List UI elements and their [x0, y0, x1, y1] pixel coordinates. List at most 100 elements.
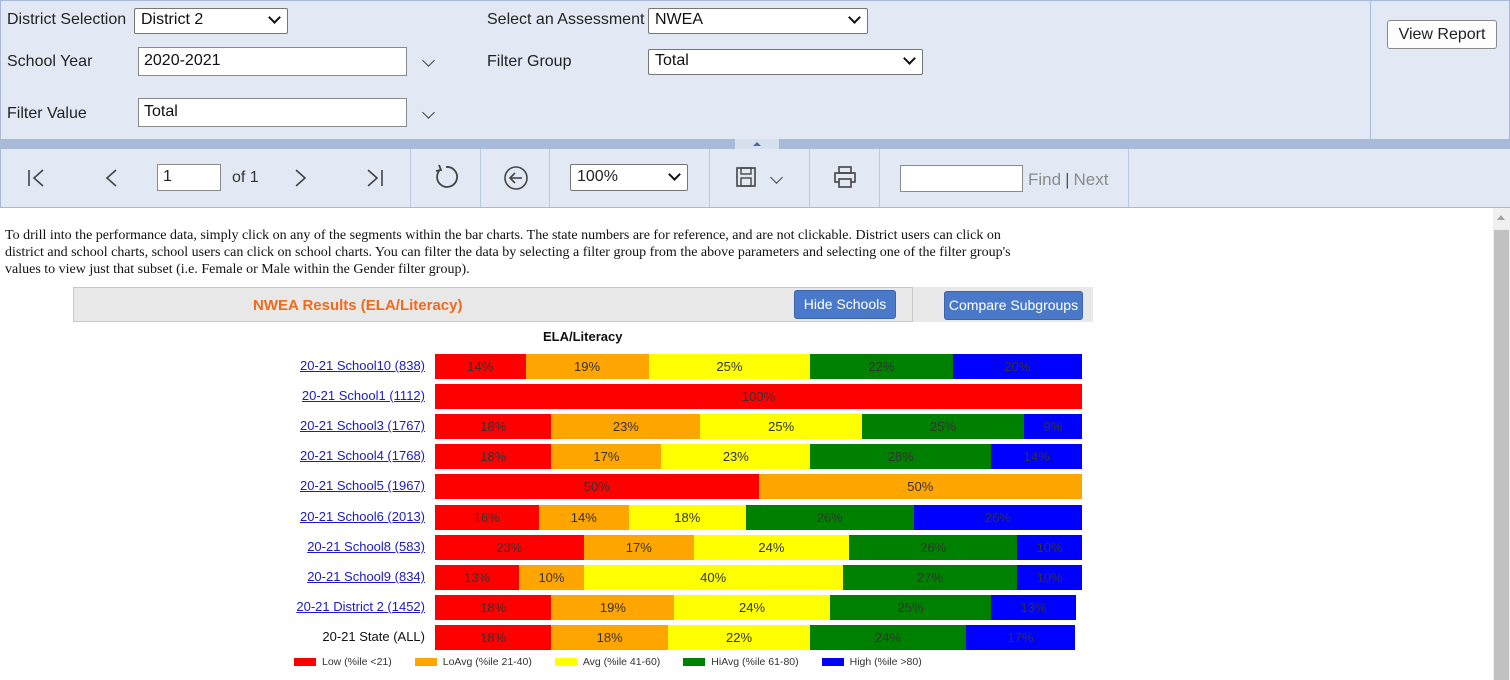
bar-segment[interactable]: 26%	[849, 535, 1018, 560]
bar-segment[interactable]: 24%	[674, 595, 830, 620]
legend-swatch	[683, 658, 706, 666]
chevron-down-icon	[668, 168, 681, 181]
vertical-scrollbar[interactable]	[1493, 208, 1510, 680]
legend-item: Low (%ile <21)	[294, 656, 392, 668]
bar-segment[interactable]: 10%	[519, 565, 584, 590]
next-page-icon[interactable]	[289, 167, 311, 189]
row-label-link[interactable]: 20-21 School9 (834)	[307, 569, 425, 584]
back-icon[interactable]	[503, 165, 529, 191]
bar-segment[interactable]: 18%	[435, 595, 552, 620]
bar-segment[interactable]: 23%	[551, 414, 701, 439]
row-label-link[interactable]: 20-21 School3 (1767)	[300, 418, 425, 433]
legend-label: High (%ile >80)	[849, 656, 922, 668]
toolbar-divider	[1128, 149, 1129, 207]
school-year-label: School Year	[7, 53, 93, 70]
toolbar-divider	[879, 149, 880, 207]
bar-segment[interactable]: 13%	[435, 565, 520, 590]
legend-item: High (%ile >80)	[821, 656, 922, 668]
row-label-link[interactable]: 20-21 School10 (838)	[300, 358, 425, 373]
collapse-panel-handle[interactable]	[735, 139, 779, 149]
scroll-up-icon[interactable]	[1497, 215, 1505, 220]
bar-segment[interactable]: 19%	[525, 354, 649, 379]
save-dropdown-icon[interactable]	[770, 171, 783, 184]
district-select[interactable]: District 2	[134, 8, 288, 34]
bar-segment[interactable]: 100%	[435, 384, 1082, 409]
bar-segment[interactable]: 24%	[693, 535, 850, 560]
bar-segment[interactable]: 20%	[952, 354, 1082, 379]
collapse-up-icon	[753, 142, 761, 146]
bar-segment[interactable]: 13%	[991, 595, 1076, 620]
bar-row: 16% 14% 18% 26% 26%	[435, 505, 1082, 530]
bar-segment: 18%	[551, 625, 668, 650]
bar-row: 14% 19% 25% 22% 20%	[435, 354, 1082, 379]
zoom-select[interactable]: 100%	[570, 164, 688, 191]
bar-segment[interactable]: 10%	[1017, 535, 1082, 560]
bar-segment[interactable]: 14%	[991, 444, 1082, 469]
bar-segment[interactable]: 14%	[435, 354, 526, 379]
bar-segment[interactable]: 26%	[745, 505, 914, 530]
first-page-icon[interactable]	[25, 167, 47, 189]
bar-segment[interactable]: 18%	[629, 505, 746, 530]
bar-segment[interactable]: 18%	[435, 444, 552, 469]
bar-row: 100%	[435, 384, 1082, 409]
legend-label: Low (%ile <21)	[322, 656, 392, 668]
row-label-link[interactable]: 20-21 School6 (2013)	[300, 509, 425, 524]
bar-segment: 24%	[810, 625, 966, 650]
bar-segment[interactable]: 40%	[583, 565, 843, 590]
bar-segment[interactable]: 10%	[1017, 565, 1082, 590]
bar-segment[interactable]: 17%	[551, 444, 662, 469]
filter-value-value: Total	[144, 103, 178, 120]
bar-segment[interactable]: 50%	[758, 474, 1082, 499]
filter-value-field[interactable]: Total	[138, 98, 407, 127]
bar-segment[interactable]: 19%	[551, 595, 675, 620]
refresh-icon[interactable]	[433, 164, 459, 190]
bar-segment[interactable]: 17%	[583, 535, 694, 560]
bar-row: 13% 10% 40% 27% 10%	[435, 565, 1082, 590]
bar-segment: 17%	[965, 625, 1076, 650]
bar-segment[interactable]: 28%	[810, 444, 992, 469]
report-instructions: To drill into the performance data, simp…	[5, 228, 1011, 277]
bar-segment[interactable]: 25%	[829, 595, 992, 620]
row-label-link[interactable]: 20-21 School1 (1112)	[302, 388, 425, 403]
find-input[interactable]	[900, 165, 1023, 192]
legend-label: Avg (%ile 41-60)	[582, 656, 661, 668]
report-toolbar: 1 of 1 Find | Next	[0, 149, 1510, 208]
bar-segment[interactable]: 23%	[661, 444, 811, 469]
hide-schools-button[interactable]: Hide Schools	[794, 290, 896, 319]
last-page-icon[interactable]	[364, 167, 386, 189]
scrollbar-thumb[interactable]	[1494, 230, 1509, 680]
report-title: NWEA Results (ELA/Literacy)	[253, 297, 463, 314]
previous-page-icon[interactable]	[101, 167, 123, 189]
bar-segment[interactable]: 18%	[435, 414, 552, 439]
filter-group-select[interactable]: Total	[648, 49, 923, 75]
row-label-link[interactable]: 20-21 School5 (1967)	[300, 478, 425, 493]
bar-segment[interactable]: 16%	[435, 505, 539, 530]
row-label-link[interactable]: 20-21 District 2 (1452)	[296, 599, 425, 614]
print-icon[interactable]	[833, 165, 857, 189]
bar-segment[interactable]: 22%	[810, 354, 953, 379]
bar-segment[interactable]: 25%	[862, 414, 1024, 439]
bar-segment[interactable]: 27%	[842, 565, 1018, 590]
find-link[interactable]: Find	[1028, 170, 1061, 189]
row-label-link[interactable]: 20-21 School4 (1768)	[300, 448, 425, 463]
bar-segment[interactable]: 25%	[648, 354, 811, 379]
row-label-link[interactable]: 20-21 School8 (583)	[307, 539, 425, 554]
bar-segment[interactable]: 23%	[435, 535, 584, 560]
view-report-button[interactable]: View Report	[1387, 20, 1497, 49]
save-icon[interactable]	[735, 166, 757, 188]
panel-divider	[1370, 1, 1371, 140]
bar-segment[interactable]: 14%	[538, 505, 630, 530]
assessment-select[interactable]: NWEA	[648, 8, 868, 34]
bar-segment[interactable]: 9%	[1023, 414, 1082, 439]
next-link[interactable]: Next	[1074, 170, 1109, 189]
compare-subgroups-button[interactable]: Compare Subgroups	[944, 291, 1083, 320]
bar-segment[interactable]: 50%	[435, 474, 759, 499]
bar-segment: 22%	[667, 625, 811, 650]
school-year-dropdown-icon[interactable]	[422, 54, 435, 67]
school-year-field[interactable]: 2020-2021	[138, 47, 407, 76]
toolbar-divider	[480, 149, 481, 207]
bar-segment[interactable]: 25%	[700, 414, 862, 439]
bar-segment[interactable]: 26%	[913, 505, 1082, 530]
filter-value-dropdown-icon[interactable]	[422, 106, 435, 119]
page-number-input[interactable]: 1	[157, 164, 221, 191]
